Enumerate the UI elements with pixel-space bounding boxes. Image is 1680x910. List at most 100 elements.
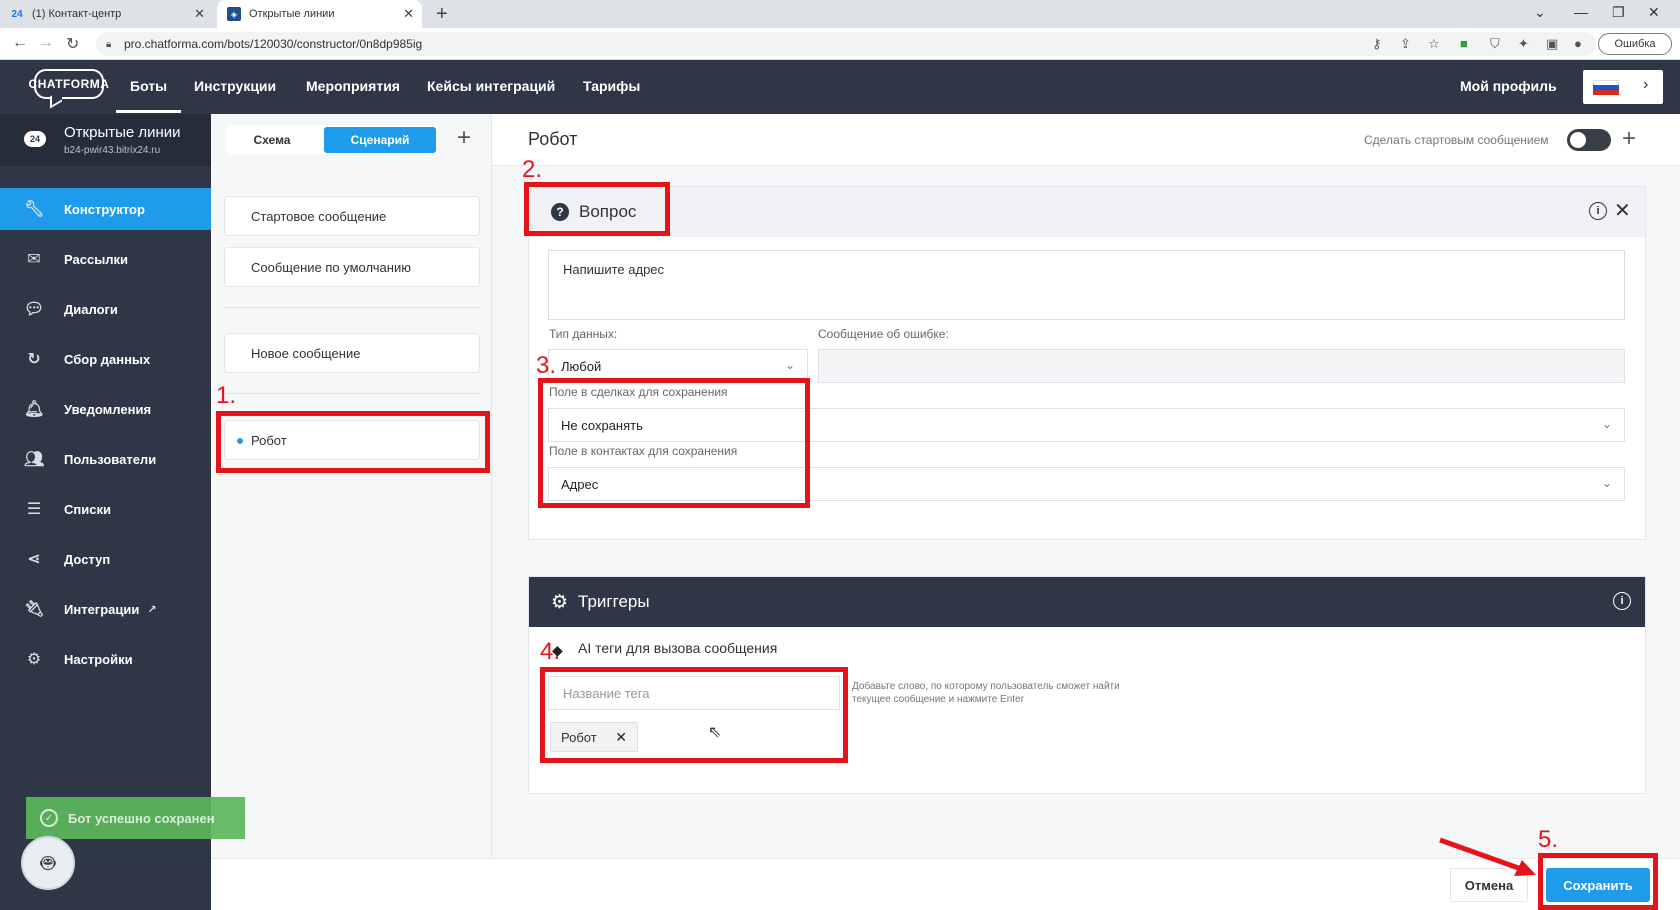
sidebar-item-label: Интеграции — [64, 601, 140, 617]
close-icon[interactable]: ✕ — [1614, 198, 1631, 223]
nav-events[interactable]: Мероприятия — [306, 78, 400, 94]
sidebar-item-notifications[interactable]: 🔔︎ Уведомления — [0, 388, 211, 430]
sidebar-item-label: Пользователи — [64, 451, 157, 467]
annotation-box-3 — [538, 378, 810, 508]
add-message-icon[interactable]: + — [457, 124, 471, 152]
back-icon[interactable]: ← — [12, 34, 28, 52]
gear-icon: ⚙ — [26, 651, 42, 668]
gear-icon: ⚙ — [551, 591, 569, 613]
data-type-value: Любой — [561, 358, 602, 374]
close-icon[interactable]: ✕ — [194, 6, 205, 22]
lock-icon: 🔒︎ — [106, 38, 112, 50]
info-icon[interactable]: i — [1589, 202, 1607, 220]
list-icon: ☰ — [26, 501, 42, 518]
data-type-label: Тип данных: — [549, 327, 618, 341]
annotation-box-1 — [216, 411, 490, 473]
message-label: Стартовое сообщение — [251, 208, 387, 224]
start-message-label: Сделать стартовым сообщением — [1364, 133, 1549, 147]
divider — [224, 393, 480, 394]
error-message-label: Сообщение об ошибке: — [818, 327, 949, 341]
minimize-icon[interactable]: — — [1574, 4, 1588, 20]
start-message-toggle[interactable] — [1567, 129, 1611, 151]
message-item-default[interactable]: Сообщение по умолчанию — [224, 247, 480, 287]
sidebar-item-mailings[interactable]: ✉ Рассылки — [0, 238, 211, 280]
url-field[interactable]: 🔒︎ pro.chatforma.com/bots/120030/constru… — [96, 32, 1596, 56]
language-selector[interactable]: › — [1583, 70, 1663, 104]
project-header[interactable]: 24 Открытые линии b24-pwir43.bitrix24.ru — [0, 114, 211, 166]
profile-error-label: Ошибка — [1614, 38, 1656, 50]
bot-avatar[interactable]: 🤖︎ — [21, 836, 75, 890]
chatforma-logo[interactable]: CHATFORMA — [29, 69, 109, 99]
toast-text: Бот успешно сохранен — [68, 810, 215, 826]
profile-error-pill[interactable]: Ошибка — [1598, 33, 1672, 55]
browser-tab-contact-center[interactable]: 24 (1) Контакт-центр ✕ — [0, 0, 213, 28]
info-icon[interactable]: i — [1613, 592, 1631, 610]
reload-icon[interactable]: ↻ — [66, 34, 79, 54]
view-switch: Схема Сценарий — [226, 125, 436, 155]
nav-integration-cases[interactable]: Кейсы интеграций — [427, 78, 555, 94]
sidebar-item-lists[interactable]: ☰ Списки — [0, 488, 211, 530]
message-item-start[interactable]: Стартовое сообщение — [224, 196, 480, 236]
tab-schema[interactable]: Схема — [226, 125, 318, 155]
profile-avatar-icon[interactable]: ● — [1574, 36, 1582, 51]
triggers-card-title: Триггеры — [578, 592, 650, 611]
editor-header: Робот Сделать стартовым сообщением + — [492, 114, 1680, 166]
error-message-field[interactable] — [818, 349, 1625, 383]
sidebar-item-dialogs[interactable]: 💬︎ Диалоги — [0, 288, 211, 330]
extension-icon[interactable]: ■ — [1460, 36, 1468, 51]
app-header: CHATFORMA Боты Инструкции Мероприятия Ке… — [0, 60, 1680, 114]
check-circle-icon: ✓ — [40, 809, 58, 827]
message-item-new[interactable]: Новое сообщение — [224, 333, 480, 373]
sidebar-item-constructor[interactable]: 🔧︎ Конструктор — [0, 188, 211, 230]
sidebar-item-label: Рассылки — [64, 251, 129, 267]
annotation-number-5: 5. — [1538, 826, 1559, 853]
annotation-box-5 — [1538, 853, 1658, 910]
sidebar-item-data-collection[interactable]: ↻ Сбор данных — [0, 338, 211, 380]
tag-hint: Добавьте слово, по которому пользователь… — [852, 681, 1120, 705]
sidebar-item-access[interactable]: ⋖ Доступ — [0, 538, 211, 580]
close-icon[interactable]: ✕ — [403, 6, 414, 22]
annotation-number-1: 1. — [216, 382, 237, 409]
refresh-icon: ↻ — [27, 351, 41, 368]
plug-icon: 🔌︎ — [24, 601, 45, 618]
browser-tab-open-lines[interactable]: ◈ Открытые линии ✕ — [217, 0, 422, 28]
success-toast: ✓ Бот успешно сохранен — [26, 797, 245, 839]
tab-scenario[interactable]: Сценарий — [324, 127, 436, 153]
annotation-number-2: 2. — [522, 156, 543, 183]
annotation-box-2 — [524, 182, 670, 236]
question-text-field[interactable]: Напишите адрес — [548, 250, 1625, 320]
close-window-icon[interactable]: ✕ — [1648, 4, 1660, 21]
ai-tags-title: AI теги для вызова сообщения — [578, 640, 778, 656]
sidebar-item-label: Настройки — [64, 651, 133, 667]
messages-column: Схема Сценарий + Стартовое сообщение Соо… — [211, 114, 492, 910]
shield-icon[interactable]: ⛉ — [1490, 36, 1500, 52]
bookmark-star-icon[interactable]: ☆ — [1428, 36, 1440, 52]
forward-icon[interactable]: → — [38, 34, 54, 52]
add-block-icon[interactable]: + — [1622, 125, 1636, 153]
sidebar-item-integrations[interactable]: 🔌︎ Интеграции ↗ — [0, 588, 211, 630]
restore-icon[interactable]: ❐ — [1612, 4, 1625, 21]
sidepanel-icon[interactable]: ▣ — [1546, 36, 1558, 52]
sidebar-item-users[interactable]: 👥︎ Пользователи — [0, 438, 211, 480]
chatforma-favicon-icon: ◈ — [227, 7, 241, 21]
sidebar-item-label: Уведомления — [64, 401, 152, 417]
tab-search-icon[interactable]: ⌄ — [1534, 4, 1546, 21]
bitrix24-cloud-icon: 24 — [24, 131, 46, 147]
puzzle-icon[interactable]: ✦ — [1518, 36, 1529, 52]
share-page-icon[interactable]: ⇪ — [1400, 36, 1411, 52]
nav-pricing[interactable]: Тарифы — [583, 78, 640, 94]
sidebar-item-label: Списки — [64, 501, 111, 517]
project-title: Открытые линии — [64, 124, 181, 141]
new-tab-icon[interactable]: + — [436, 3, 448, 26]
sidebar-item-label: Сбор данных — [64, 351, 151, 367]
envelope-icon: ✉ — [27, 251, 41, 268]
browser-tabbar: 24 (1) Контакт-центр ✕ ◈ Открытые линии … — [0, 0, 1680, 28]
nav-instructions[interactable]: Инструкции — [194, 78, 276, 94]
chevron-down-icon: ⌄ — [784, 358, 795, 372]
message-title: Робот — [528, 129, 578, 149]
nav-bots[interactable]: Боты — [115, 78, 182, 113]
annotation-arrow — [1439, 837, 1536, 876]
key-icon[interactable]: ⚷ — [1372, 36, 1382, 52]
sidebar-item-settings[interactable]: ⚙ Настройки — [0, 638, 211, 680]
my-profile-link[interactable]: Мой профиль — [1460, 78, 1557, 94]
